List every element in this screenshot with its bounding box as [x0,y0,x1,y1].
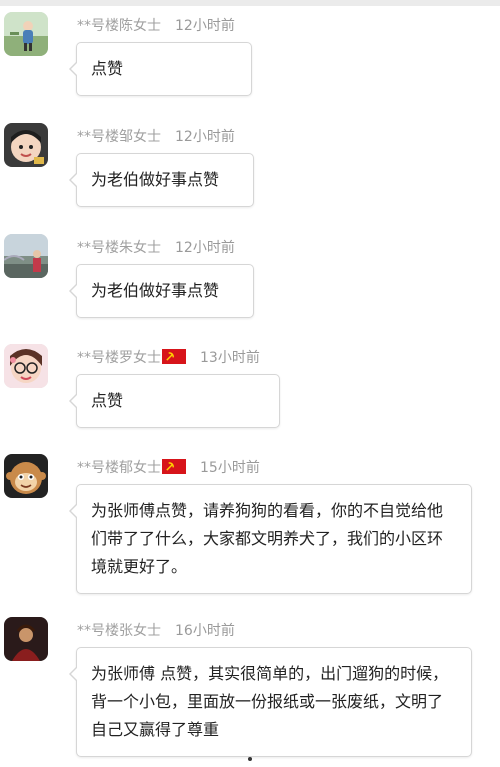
user-name: **号楼邹女士 [77,129,161,145]
timestamp: 12小时前 [175,129,235,145]
comment-feed: **号楼陈女士 12小时前 点赞 **号楼邹女士 12小时前 为老伯做好事点赞 [0,0,500,767]
avatar-photo-child-outdoor[interactable] [4,12,48,56]
comment-meta: **号楼朱女士 12小时前 [77,238,235,258]
timestamp: 15小时前 [200,460,260,476]
avatar-image [4,344,48,388]
comment-text: 点赞 [91,391,124,410]
timestamp: 12小时前 [175,18,235,34]
comment-bubble: 为张师傅 点赞，其实很简单的，出门遛狗的时候，背一个小包，里面放一份报纸或一张废… [69,647,472,757]
top-divider [0,0,500,6]
comment-meta: **号楼陈女士 12小时前 [77,16,235,36]
user-name: **号楼郁女士 [77,460,161,476]
comment-bubble: 为张师傅点赞，请养狗狗的看看，你的不自觉给他们带了了什么，大家都文明养犬了，我们… [69,484,472,594]
comment-text: 为张师傅 点赞，其实很简单的，出门遛狗的时候，背一个小包，里面放一份报纸或一张废… [91,664,449,739]
avatar-photo-girl-glasses[interactable] [4,344,48,388]
comment-meta: **号楼邹女士 12小时前 [77,127,235,147]
comment-bubble: 为老伯做好事点赞 [69,264,254,318]
avatar-cartoon-monkey[interactable] [4,454,48,498]
avatar-image [4,12,48,56]
comment-meta: **号楼郁女士 15小时前 [77,458,260,478]
comment-text: 为老伯做好事点赞 [91,281,220,300]
comment-text: 为张师傅点赞，请养狗狗的看看，你的不自觉给他们带了了什么，大家都文明养犬了，我们… [91,501,444,576]
comment-text: 点赞 [91,59,124,78]
user-name: **号楼罗女士 [77,350,161,366]
comment-text: 为老伯做好事点赞 [91,170,220,189]
avatar-photo-woman-scenery[interactable] [4,234,48,278]
avatar-image [4,234,48,278]
avatar-photo-child-closeup[interactable] [4,123,48,167]
comment-meta: **号楼张女士 16小时前 [77,621,235,641]
timestamp: 13小时前 [200,350,260,366]
avatar-image [4,617,48,661]
comment-bubble: 点赞 [69,374,280,428]
avatar-image [4,123,48,167]
comment-bubble: 点赞 [69,42,252,96]
timestamp: 16小时前 [175,623,235,639]
comment-meta: **号楼罗女士 13小时前 [77,348,260,368]
user-name: **号楼朱女士 [77,240,161,256]
timestamp: 12小时前 [175,240,235,256]
comment-bubble: 为老伯做好事点赞 [69,153,254,207]
party-flag-icon [162,349,186,364]
page-indicator-dot [248,757,252,761]
party-flag-icon [162,459,186,474]
user-name: **号楼陈女士 [77,18,161,34]
avatar-image [4,454,48,498]
avatar-photo-dark-portrait[interactable] [4,617,48,661]
user-name: **号楼张女士 [77,623,161,639]
